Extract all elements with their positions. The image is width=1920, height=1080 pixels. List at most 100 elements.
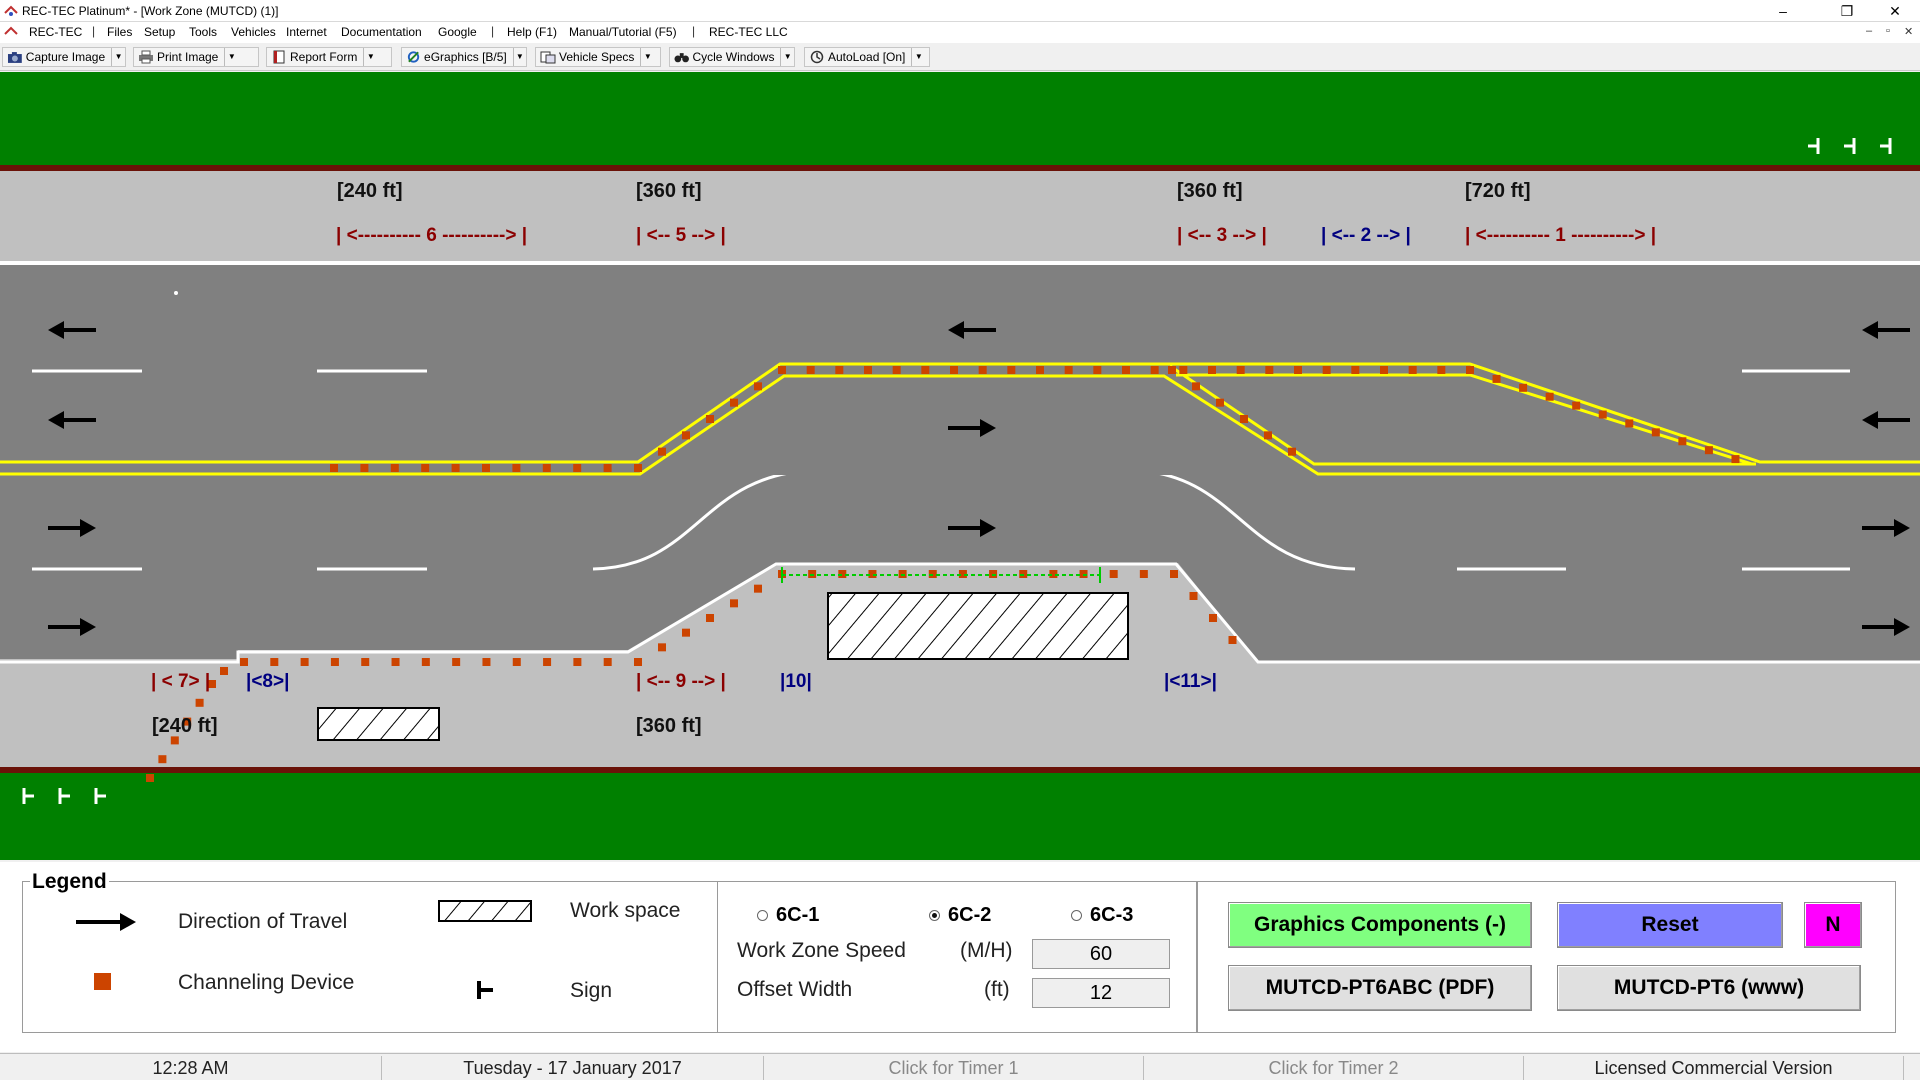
channeling-device [1179, 366, 1188, 374]
channeling-device [1466, 366, 1474, 374]
radio-indicator [1071, 910, 1082, 921]
mdi-restore-button[interactable]: ▫ [1886, 25, 1890, 37]
channeling-device [864, 366, 872, 374]
chevron-down-icon[interactable]: ▼ [780, 48, 794, 66]
legend-direction-label: Direction of Travel [178, 910, 348, 933]
channeling-device [195, 698, 204, 707]
channeling-device [1492, 374, 1501, 383]
legend-title: Legend [30, 870, 109, 894]
channeling-device [146, 774, 154, 782]
channeling-device [806, 366, 815, 374]
speed-unit: (M/H) [960, 939, 1013, 962]
chevron-down-icon[interactable]: ▼ [363, 48, 377, 66]
channeling-device [1519, 383, 1528, 392]
print-image-label: Print Image [157, 50, 219, 64]
mutcd-www-button[interactable]: MUTCD-PT6 (www) [1557, 965, 1861, 1011]
autoload-button[interactable]: AutoLoad [On] ▼ [804, 47, 930, 67]
status-license: Licensed Commercial Version [1524, 1056, 1904, 1080]
marker-dot [174, 291, 178, 295]
offset-width-input[interactable]: 12 [1032, 978, 1170, 1008]
option-label: 6C-1 [776, 904, 820, 926]
bottom-curb [0, 767, 1920, 773]
channeling-device [1545, 392, 1554, 401]
channeling-device [1625, 419, 1634, 428]
menu-setup[interactable]: Setup [144, 25, 175, 39]
print-image-button[interactable]: Print Image ▼ [133, 47, 259, 67]
channeling-device-icon [94, 973, 111, 990]
offset-unit: (ft) [984, 978, 1010, 1001]
channeling-device [240, 658, 248, 666]
mutcd-pdf-button[interactable]: MUTCD-PT6ABC (PDF) [1228, 965, 1532, 1011]
zone-7-label: | < 7> | [151, 671, 210, 692]
report-icon [273, 50, 285, 64]
option-6c-1-radio[interactable]: 6C-1 [757, 904, 819, 927]
channeling-device [421, 658, 430, 666]
camera-icon [7, 52, 22, 63]
mdi-minimize-button[interactable]: ‒ [1866, 25, 1872, 37]
option-6c-2-radio[interactable]: 6C-2 [929, 904, 991, 927]
bottom-grass [0, 773, 1920, 860]
channeling-device [1572, 401, 1581, 410]
channeling-device [170, 736, 179, 745]
channeling-device [892, 366, 901, 374]
chevron-down-icon[interactable]: ▼ [512, 48, 526, 66]
top-edge-line [0, 261, 1920, 265]
chevron-down-icon[interactable]: ▼ [911, 48, 925, 66]
mdi-app-icon [4, 26, 18, 35]
menu-vehicles[interactable]: Vehicles [231, 25, 276, 39]
zone-11-label: |<11>| [1164, 671, 1217, 692]
channeling-device [754, 382, 762, 391]
printer-icon [139, 50, 153, 64]
legend-workspace-label: Work space [570, 899, 681, 922]
channeling-device [978, 366, 987, 374]
work-zone-diagram[interactable]: [240 ft] [360 ft] [360 ft] [720 ft] | <-… [0, 72, 1920, 860]
chevron-down-icon[interactable]: ▼ [111, 48, 125, 66]
menu-separator: | [491, 24, 495, 38]
channeling-device [270, 658, 279, 666]
channeling-device [1598, 410, 1607, 419]
menu-files[interactable]: Files [107, 25, 132, 39]
option-6c-3-radio[interactable]: 6C-3 [1071, 904, 1133, 927]
menu-internet[interactable]: Internet [286, 25, 327, 39]
menu-tools[interactable]: Tools [189, 25, 217, 39]
close-button[interactable]: ✕ [1872, 0, 1918, 22]
maximize-button[interactable]: ❐ [1824, 0, 1870, 22]
chevron-down-icon[interactable]: ▼ [224, 48, 238, 66]
top-length-label: [360 ft] [1177, 180, 1243, 202]
minimize-button[interactable]: ‒ [1760, 0, 1806, 22]
timer-1-button[interactable]: Click for Timer 1 [764, 1056, 1144, 1080]
menu-rectec-llc[interactable]: REC-TEC LLC [709, 25, 788, 39]
timer-2-button[interactable]: Click for Timer 2 [1144, 1056, 1524, 1080]
channeling-device [390, 464, 399, 472]
menu-rectec[interactable]: REC-TEC [29, 25, 82, 39]
graphics-components-button[interactable]: Graphics Components (-) [1228, 902, 1532, 948]
channeling-device [512, 658, 521, 666]
vehicle-specs-button[interactable]: Vehicle Specs ▼ [535, 47, 661, 67]
zone-10-label: |10| [780, 671, 812, 692]
toolbar: Capture Image ▼ Print Image ▼ Report For… [0, 43, 1920, 71]
cycle-windows-button[interactable]: Cycle Windows ▼ [669, 47, 795, 67]
channeling-device [1236, 366, 1245, 374]
menu-documentation[interactable]: Documentation [341, 25, 422, 39]
channeling-device [634, 464, 642, 472]
menu-manual[interactable]: Manual/Tutorial (F5) [569, 25, 677, 39]
n-button[interactable]: N [1804, 902, 1862, 948]
channeling-device [573, 464, 582, 472]
mdi-close-button[interactable]: ✕ [1904, 25, 1913, 38]
autoload-label: AutoLoad [On] [828, 50, 906, 64]
work-zone-speed-input[interactable]: 60 [1032, 939, 1170, 969]
egraphics-button[interactable]: eGraphics [B/5] ▼ [401, 47, 527, 67]
status-bar: 12:28 AM Tuesday - 17 January 2017 Click… [0, 1053, 1920, 1080]
capture-image-label: Capture Image [25, 50, 106, 64]
work-space-area [827, 592, 1129, 660]
chevron-down-icon[interactable]: ▼ [640, 48, 654, 66]
reset-button[interactable]: Reset [1557, 902, 1783, 948]
window-title: REC-TEC Platinum* - [Work Zone (MUTCD) (… [22, 4, 279, 18]
menu-help[interactable]: Help (F1) [507, 25, 557, 39]
menu-google[interactable]: Google [438, 25, 477, 39]
channeling-device [682, 628, 690, 637]
capture-image-button[interactable]: Capture Image ▼ [2, 47, 126, 67]
report-form-button[interactable]: Report Form ▼ [266, 47, 392, 67]
channeling-device [330, 464, 338, 472]
channeling-device [543, 658, 552, 666]
